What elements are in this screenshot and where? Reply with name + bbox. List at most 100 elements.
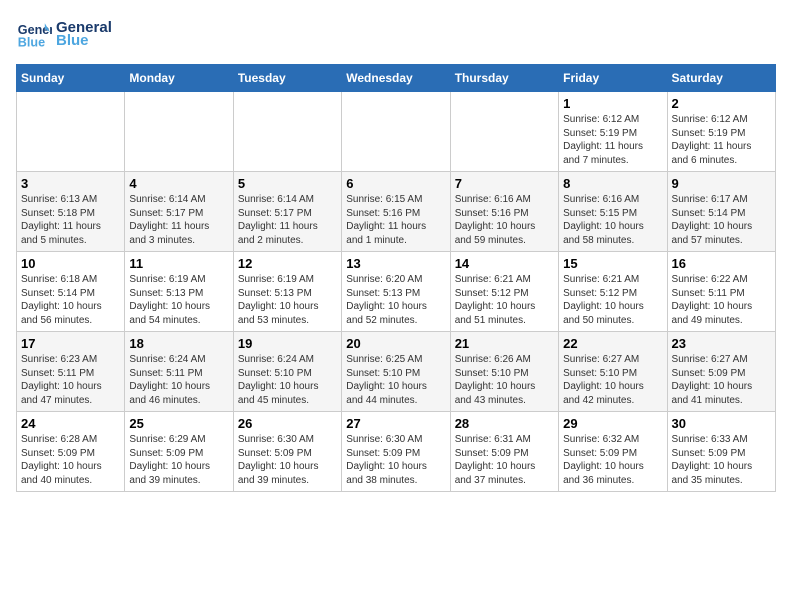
calendar-cell bbox=[233, 92, 341, 172]
day-info: Sunrise: 6:19 AM Sunset: 5:13 PM Dayligh… bbox=[129, 273, 228, 327]
day-header-monday: Monday bbox=[125, 65, 233, 92]
calendar-cell: 2 Sunrise: 6:12 AM Sunset: 5:19 PM Daylig… bbox=[667, 92, 775, 172]
day-number: 10 bbox=[21, 256, 120, 271]
day-number: 4 bbox=[129, 176, 228, 191]
day-info: Sunrise: 6:14 AM Sunset: 5:17 PM Dayligh… bbox=[129, 193, 228, 247]
calendar-cell: 14Sunrise: 6:21 AM Sunset: 5:12 PM Dayli… bbox=[450, 252, 558, 332]
calendar-week-1: 1Sunrise: 6:12 AM Sunset: 5:19 PM Daylig… bbox=[17, 92, 776, 172]
day-number: 29 bbox=[563, 416, 662, 431]
day-info: Sunrise: 6:26 AM Sunset: 5:10 PM Dayligh… bbox=[455, 353, 554, 407]
calendar-week-4: 17 Sunrise: 6:23 AM Sunset: 5:11 PM Dayli… bbox=[17, 332, 776, 412]
calendar-cell: 12Sunrise: 6:19 AM Sunset: 5:13 PM Dayli… bbox=[233, 252, 341, 332]
day-number: 25 bbox=[129, 416, 228, 431]
logo: General Blue General Blue bbox=[16, 16, 112, 52]
day-info: Sunrise: 6:27 AM Sunset: 5:10 PM Dayligh… bbox=[563, 353, 662, 407]
logo-icon: General Blue bbox=[16, 16, 52, 52]
day-number: 3 bbox=[21, 176, 120, 191]
calendar-cell bbox=[342, 92, 450, 172]
calendar-cell bbox=[450, 92, 558, 172]
day-info: Sunrise: 6:32 AM Sunset: 5:09 PM Dayligh… bbox=[563, 433, 662, 487]
calendar-cell: 20Sunrise: 6:25 AM Sunset: 5:10 PM Dayli… bbox=[342, 332, 450, 412]
calendar-cell: 6Sunrise: 6:15 AM Sunset: 5:16 PM Daylig… bbox=[342, 172, 450, 252]
day-info: Sunrise: 6:24 AM Sunset: 5:11 PM Dayligh… bbox=[129, 353, 228, 407]
day-number: 6 bbox=[346, 176, 445, 191]
day-info: Sunrise: 6:12 AM Sunset: 5:19 PM Dayligh… bbox=[672, 113, 771, 167]
day-number: 8 bbox=[563, 176, 662, 191]
calendar-cell: 4 Sunrise: 6:14 AM Sunset: 5:17 PM Daylig… bbox=[125, 172, 233, 252]
day-info: Sunrise: 6:28 AM Sunset: 5:09 PM Dayligh… bbox=[21, 433, 120, 487]
day-header-saturday: Saturday bbox=[667, 65, 775, 92]
day-number: 7 bbox=[455, 176, 554, 191]
calendar-cell bbox=[17, 92, 125, 172]
day-info: Sunrise: 6:33 AM Sunset: 5:09 PM Dayligh… bbox=[672, 433, 771, 487]
day-number: 15 bbox=[563, 256, 662, 271]
calendar-cell: 1Sunrise: 6:12 AM Sunset: 5:19 PM Daylig… bbox=[559, 92, 667, 172]
calendar-cell: 21 Sunrise: 6:26 AM Sunset: 5:10 PM Dayli… bbox=[450, 332, 558, 412]
day-info: Sunrise: 6:16 AM Sunset: 5:15 PM Dayligh… bbox=[563, 193, 662, 247]
day-info: Sunrise: 6:31 AM Sunset: 5:09 PM Dayligh… bbox=[455, 433, 554, 487]
day-header-wednesday: Wednesday bbox=[342, 65, 450, 92]
day-header-sunday: Sunday bbox=[17, 65, 125, 92]
svg-text:Blue: Blue bbox=[18, 36, 45, 50]
calendar-cell: 17 Sunrise: 6:23 AM Sunset: 5:11 PM Dayli… bbox=[17, 332, 125, 412]
day-info: Sunrise: 6:17 AM Sunset: 5:14 PM Dayligh… bbox=[672, 193, 771, 247]
calendar-cell: 11Sunrise: 6:19 AM Sunset: 5:13 PM Dayli… bbox=[125, 252, 233, 332]
calendar-cell: 29 Sunrise: 6:32 AM Sunset: 5:09 PM Dayli… bbox=[559, 412, 667, 492]
calendar-week-5: 24 Sunrise: 6:28 AM Sunset: 5:09 PM Dayli… bbox=[17, 412, 776, 492]
calendar-cell: 25 Sunrise: 6:29 AM Sunset: 5:09 PM Dayli… bbox=[125, 412, 233, 492]
day-info: Sunrise: 6:22 AM Sunset: 5:11 PM Dayligh… bbox=[672, 273, 771, 327]
day-number: 22 bbox=[563, 336, 662, 351]
day-info: Sunrise: 6:29 AM Sunset: 5:09 PM Dayligh… bbox=[129, 433, 228, 487]
calendar-cell: 24 Sunrise: 6:28 AM Sunset: 5:09 PM Dayli… bbox=[17, 412, 125, 492]
day-info: Sunrise: 6:16 AM Sunset: 5:16 PM Dayligh… bbox=[455, 193, 554, 247]
day-number: 12 bbox=[238, 256, 337, 271]
day-number: 24 bbox=[21, 416, 120, 431]
day-number: 30 bbox=[672, 416, 771, 431]
day-info: Sunrise: 6:27 AM Sunset: 5:09 PM Dayligh… bbox=[672, 353, 771, 407]
day-info: Sunrise: 6:30 AM Sunset: 5:09 PM Dayligh… bbox=[238, 433, 337, 487]
calendar-cell: 16 Sunrise: 6:22 AM Sunset: 5:11 PM Dayli… bbox=[667, 252, 775, 332]
calendar-cell: 10 Sunrise: 6:18 AM Sunset: 5:14 PM Dayli… bbox=[17, 252, 125, 332]
day-number: 16 bbox=[672, 256, 771, 271]
calendar-cell bbox=[125, 92, 233, 172]
calendar-cell: 9 Sunrise: 6:17 AM Sunset: 5:14 PM Daylig… bbox=[667, 172, 775, 252]
day-number: 27 bbox=[346, 416, 445, 431]
calendar-cell: 7 Sunrise: 6:16 AM Sunset: 5:16 PM Daylig… bbox=[450, 172, 558, 252]
day-number: 9 bbox=[672, 176, 771, 191]
calendar-cell: 30 Sunrise: 6:33 AM Sunset: 5:09 PM Dayli… bbox=[667, 412, 775, 492]
calendar-cell: 18 Sunrise: 6:24 AM Sunset: 5:11 PM Dayli… bbox=[125, 332, 233, 412]
day-number: 28 bbox=[455, 416, 554, 431]
day-number: 13 bbox=[346, 256, 445, 271]
calendar-week-2: 3 Sunrise: 6:13 AM Sunset: 5:18 PM Daylig… bbox=[17, 172, 776, 252]
day-number: 21 bbox=[455, 336, 554, 351]
calendar-cell: 26 Sunrise: 6:30 AM Sunset: 5:09 PM Dayli… bbox=[233, 412, 341, 492]
day-number: 26 bbox=[238, 416, 337, 431]
header: General Blue General Blue bbox=[16, 16, 776, 52]
day-number: 5 bbox=[238, 176, 337, 191]
day-info: Sunrise: 6:18 AM Sunset: 5:14 PM Dayligh… bbox=[21, 273, 120, 327]
day-number: 2 bbox=[672, 96, 771, 111]
day-info: Sunrise: 6:21 AM Sunset: 5:12 PM Dayligh… bbox=[563, 273, 662, 327]
calendar-cell: 23 Sunrise: 6:27 AM Sunset: 5:09 PM Dayli… bbox=[667, 332, 775, 412]
day-info: Sunrise: 6:13 AM Sunset: 5:18 PM Dayligh… bbox=[21, 193, 120, 247]
calendar: SundayMondayTuesdayWednesdayThursdayFrid… bbox=[16, 64, 776, 492]
calendar-cell: 13Sunrise: 6:20 AM Sunset: 5:13 PM Dayli… bbox=[342, 252, 450, 332]
calendar-cell: 3 Sunrise: 6:13 AM Sunset: 5:18 PM Daylig… bbox=[17, 172, 125, 252]
day-number: 23 bbox=[672, 336, 771, 351]
day-info: Sunrise: 6:23 AM Sunset: 5:11 PM Dayligh… bbox=[21, 353, 120, 407]
calendar-week-3: 10 Sunrise: 6:18 AM Sunset: 5:14 PM Dayli… bbox=[17, 252, 776, 332]
calendar-cell: 22 Sunrise: 6:27 AM Sunset: 5:10 PM Dayli… bbox=[559, 332, 667, 412]
day-number: 14 bbox=[455, 256, 554, 271]
day-number: 17 bbox=[21, 336, 120, 351]
calendar-cell: 5 Sunrise: 6:14 AM Sunset: 5:17 PM Daylig… bbox=[233, 172, 341, 252]
day-number: 19 bbox=[238, 336, 337, 351]
calendar-cell: 28 Sunrise: 6:31 AM Sunset: 5:09 PM Dayli… bbox=[450, 412, 558, 492]
day-number: 18 bbox=[129, 336, 228, 351]
calendar-header-row: SundayMondayTuesdayWednesdayThursdayFrid… bbox=[17, 65, 776, 92]
calendar-cell: 15 Sunrise: 6:21 AM Sunset: 5:12 PM Dayli… bbox=[559, 252, 667, 332]
day-header-thursday: Thursday bbox=[450, 65, 558, 92]
day-info: Sunrise: 6:14 AM Sunset: 5:17 PM Dayligh… bbox=[238, 193, 337, 247]
day-number: 20 bbox=[346, 336, 445, 351]
day-header-friday: Friday bbox=[559, 65, 667, 92]
day-header-tuesday: Tuesday bbox=[233, 65, 341, 92]
